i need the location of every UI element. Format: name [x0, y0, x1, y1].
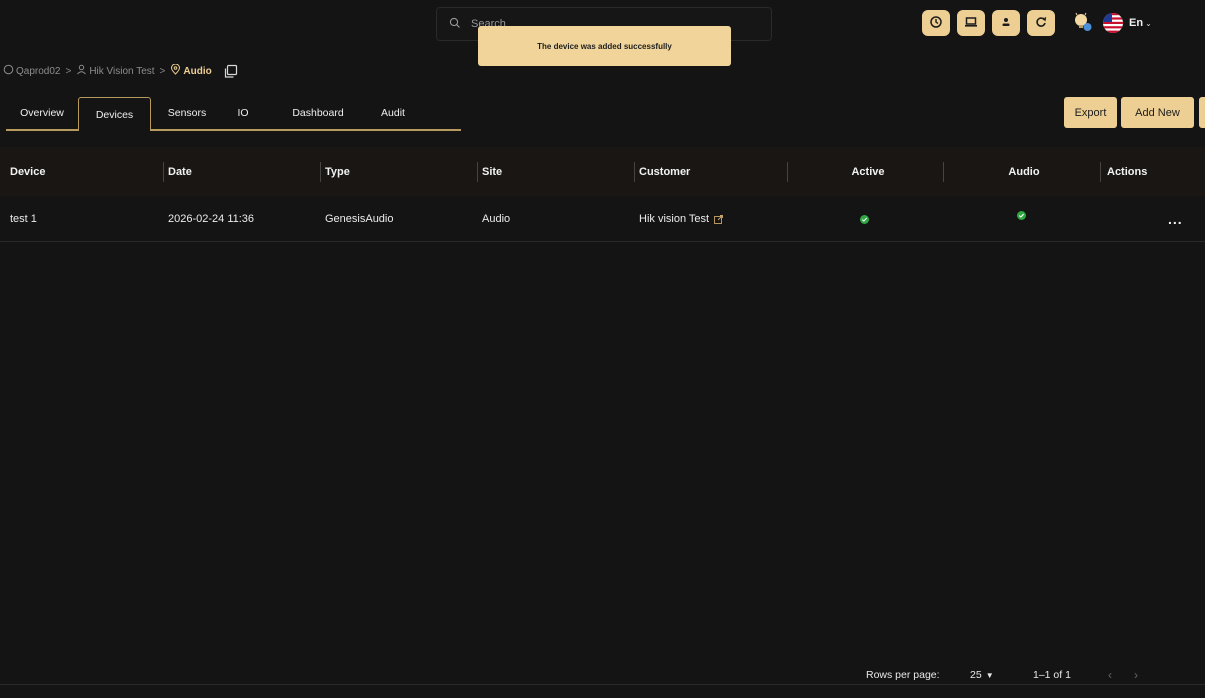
language-selector[interactable]: En [1129, 17, 1143, 29]
rows-per-page-select[interactable]: 25 ▼ [970, 669, 994, 681]
chevron-right-icon[interactable]: › [1134, 668, 1138, 682]
more-horizontal-icon[interactable]: ... [1168, 211, 1183, 227]
copy-icon[interactable] [223, 64, 240, 79]
caret-down-icon: ▼ [985, 670, 994, 680]
column-header-date[interactable]: Date [163, 147, 192, 196]
chevron-down-icon[interactable]: ⌄ [1145, 19, 1152, 28]
cell-active [860, 196, 869, 242]
export-button[interactable]: Export [1064, 97, 1117, 128]
tab-bar: Overview Devices Sensors IO Dashboard Au… [6, 97, 461, 131]
building-icon [3, 64, 16, 78]
column-header-site[interactable]: Site [477, 147, 502, 196]
refresh-button[interactable] [1027, 10, 1055, 36]
breadcrumb-separator: > [159, 65, 166, 77]
tab-devices[interactable]: Devices [78, 97, 151, 131]
pager-controls: ‹ › [1108, 668, 1138, 682]
pagination: Rows per page: 25 ▼ 1–1 of 1 ‹ › [0, 655, 1205, 695]
breadcrumb-separator: > [65, 65, 72, 77]
tab-audit[interactable]: Audit [373, 97, 413, 129]
toolbar: Export Add New [1064, 97, 1205, 128]
cell-customer[interactable]: Hik vision Test [639, 196, 724, 242]
notifications-button[interactable] [1071, 11, 1095, 35]
top-icon-group: En ⌄ [922, 10, 1152, 36]
toast-message: The device was added successfully [537, 41, 672, 51]
cell-audio [1017, 192, 1026, 238]
laptop-icon [964, 15, 978, 32]
us-flag-icon[interactable] [1103, 13, 1123, 33]
column-header-active[interactable]: Active [787, 147, 944, 196]
column-header-audio[interactable]: Audio [943, 147, 1100, 196]
history-button[interactable] [922, 10, 950, 36]
tab-dashboard[interactable]: Dashboard [263, 97, 373, 129]
check-circle-icon [860, 214, 869, 224]
cell-type: GenesisAudio [325, 213, 394, 225]
breadcrumb-item-site[interactable]: Audio [170, 63, 212, 78]
lightbulb-icon [1072, 11, 1094, 36]
table-row[interactable]: test 1 2026-02-24 11:36 GenesisAudio Aud… [0, 196, 1205, 242]
location-pin-icon [170, 63, 183, 78]
page-range: 1–1 of 1 [1033, 669, 1071, 681]
customer-link[interactable]: Hik vision Test [639, 213, 709, 225]
clock-icon [929, 15, 943, 32]
column-header-actions[interactable]: Actions [1100, 147, 1147, 196]
user-icon [999, 15, 1013, 32]
breadcrumb-item-org[interactable]: Qaprod02 [3, 64, 60, 78]
column-header-customer[interactable]: Customer [634, 147, 690, 196]
devices-button[interactable] [957, 10, 985, 36]
check-circle-icon [1017, 210, 1026, 220]
devices-table: Device Date Type Site Customer Active Au… [0, 147, 1205, 242]
breadcrumb-item-customer[interactable]: Hik Vision Test [76, 64, 155, 78]
column-header-device[interactable]: Device [10, 147, 45, 196]
tab-sensors[interactable]: Sensors [151, 97, 223, 129]
rows-per-page-label: Rows per page: [866, 669, 940, 681]
tab-overview[interactable]: Overview [6, 97, 78, 129]
footer-divider [0, 684, 1205, 685]
tab-io[interactable]: IO [223, 97, 263, 129]
chevron-left-icon[interactable]: ‹ [1108, 668, 1112, 682]
refresh-icon [1034, 15, 1048, 32]
cell-device: test 1 [10, 213, 37, 225]
external-link-icon[interactable] [714, 214, 724, 224]
search-icon [449, 17, 461, 32]
profile-button[interactable] [992, 10, 1020, 36]
table-header: Device Date Type Site Customer Active Au… [0, 147, 1205, 196]
person-icon [76, 64, 89, 78]
cell-date: 2026-02-24 11:36 [168, 213, 255, 225]
cell-site: Audio [482, 213, 511, 225]
add-new-button[interactable]: Add New [1121, 97, 1194, 128]
success-toast: The device was added successfully [478, 26, 731, 66]
overflow-button[interactable] [1199, 97, 1205, 128]
column-header-type[interactable]: Type [320, 147, 350, 196]
breadcrumb: Qaprod02 > Hik Vision Test > Audio [3, 63, 240, 79]
row-actions-menu[interactable]: ... [1168, 196, 1183, 242]
